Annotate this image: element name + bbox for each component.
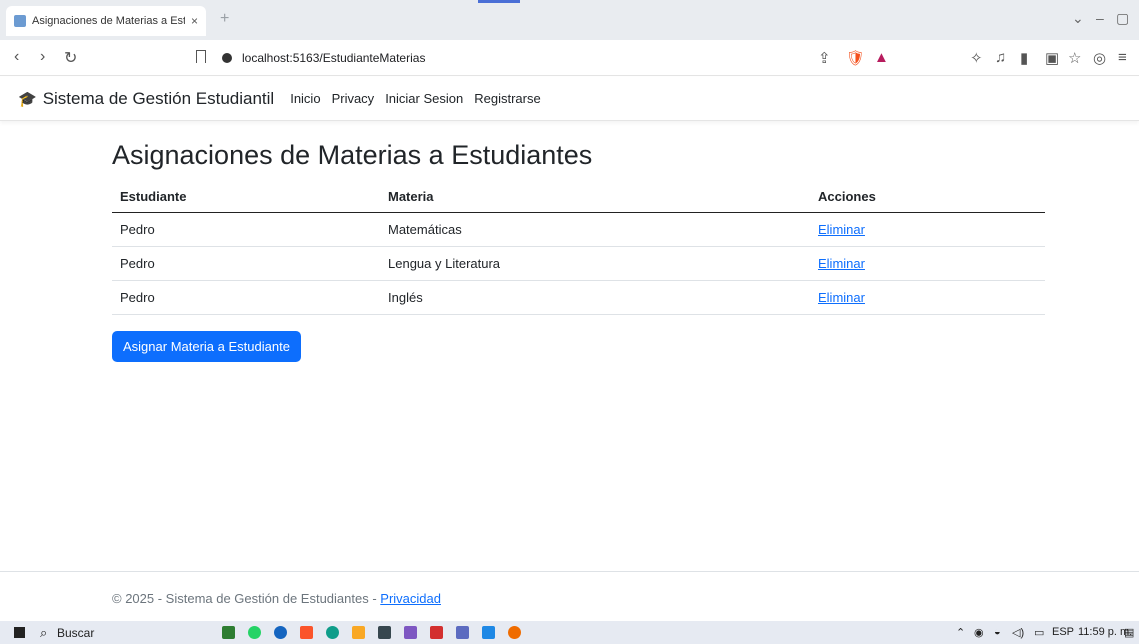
delete-link[interactable]: Eliminar (818, 290, 865, 305)
delete-link[interactable]: Eliminar (818, 256, 865, 271)
file-explorer-icon[interactable] (352, 626, 365, 639)
app-icon[interactable] (222, 626, 235, 639)
bookmark-icon[interactable] (196, 50, 206, 63)
display-icon[interactable]: ▭ (1034, 626, 1044, 639)
brave-rewards-icon[interactable]: ▲ (874, 49, 889, 66)
table-header-row: Estudiante Materia Acciones (112, 181, 1045, 213)
volume-icon[interactable]: ◁) (1012, 626, 1024, 639)
cell-estudiante: Pedro (112, 280, 380, 315)
app-icon[interactable] (378, 626, 391, 639)
browser-tab[interactable]: Asignaciones de Materias a Est × (6, 6, 206, 36)
delete-link[interactable]: Eliminar (818, 222, 865, 237)
language-indicator[interactable]: ESP (1052, 626, 1074, 638)
brave-shield-icon[interactable]: 🛡 (846, 49, 865, 67)
brand-name: Sistema de Gestión Estudiantil (42, 88, 275, 108)
app-icon[interactable] (456, 626, 469, 639)
tab-accent (478, 0, 520, 3)
tab-title: Asignaciones de Materias a Est (32, 15, 185, 27)
app-icon[interactable] (274, 626, 287, 639)
tab-list-chevron-icon[interactable]: ⌄ (1072, 10, 1084, 27)
table-row: Pedro Inglés Eliminar (112, 280, 1045, 315)
address-bar: ‹ › ↻ localhost:5163/EstudianteMaterias … (0, 40, 1139, 76)
cell-acciones: Eliminar (810, 280, 1045, 315)
search-icon[interactable]: ⌕ (40, 625, 47, 641)
acrobat-icon[interactable] (430, 626, 443, 639)
nav-link-inicio[interactable]: Inicio (290, 91, 320, 106)
menu-icon[interactable]: ≡ (1118, 49, 1127, 66)
taskbar-search-label[interactable]: Buscar (57, 626, 94, 640)
windows-start-icon[interactable] (14, 627, 25, 638)
header-acciones: Acciones (810, 181, 1045, 213)
share-icon[interactable]: ⇪ (818, 49, 831, 67)
app-icon[interactable] (508, 626, 521, 639)
cell-estudiante: Pedro (112, 212, 380, 247)
table-row: Pedro Matemáticas Eliminar (112, 212, 1045, 247)
new-tab-icon[interactable]: + (220, 10, 229, 28)
main-content: Asignaciones de Materias a Estudiantes E… (112, 140, 1045, 362)
minimize-icon[interactable]: – (1096, 10, 1104, 26)
tab-close-icon[interactable]: × (191, 14, 198, 28)
url-field[interactable]: localhost:5163/EstudianteMaterias (222, 46, 902, 70)
maximize-icon[interactable]: ▢ (1116, 10, 1129, 27)
footer-text: © 2025 - Sistema de Gestión de Estudiant… (112, 591, 441, 606)
header-materia: Materia (380, 181, 810, 213)
whatsapp-icon[interactable] (248, 626, 261, 639)
brand-link[interactable]: 🎓 Sistema de Gestión Estudiantil (18, 89, 274, 109)
wallet-icon[interactable]: ▣ (1045, 49, 1059, 67)
extensions-icon[interactable]: ✧ (970, 49, 983, 67)
tray-app-icon[interactable]: ◉ (974, 626, 984, 639)
cell-materia: Lengua y Literatura (380, 246, 810, 281)
page-favicon-icon (14, 15, 26, 27)
footer-copyright: © 2025 - Sistema de Gestión de Estudiant… (112, 591, 381, 606)
footer-privacy-link[interactable]: Privacidad (380, 591, 441, 606)
app-icon[interactable] (404, 626, 417, 639)
app-navbar: 🎓 Sistema de Gestión Estudiantil Inicio … (0, 77, 1139, 121)
edge-icon[interactable] (326, 626, 339, 639)
assign-subject-button[interactable]: Asignar Materia a Estudiante (112, 331, 301, 362)
site-info-icon[interactable] (222, 53, 232, 63)
back-icon[interactable]: ‹ (14, 48, 19, 66)
nav-link-iniciar-sesion[interactable]: Iniciar Sesion (385, 91, 463, 106)
vscode-icon[interactable] (482, 626, 495, 639)
browser-tab-bar: Asignaciones de Materias a Est × + ⌄ – ▢ (0, 0, 1139, 40)
media-icon[interactable]: ♫ (995, 49, 1006, 66)
reload-icon[interactable]: ↻ (64, 48, 77, 68)
tray-chevron-icon[interactable]: ⌃ (956, 626, 965, 639)
assignments-table: Estudiante Materia Acciones Pedro Matemá… (112, 181, 1045, 315)
table-row: Pedro Lengua y Literatura Eliminar (112, 246, 1045, 281)
graduation-cap-icon: 🎓 (18, 90, 37, 108)
cell-acciones: Eliminar (810, 212, 1045, 247)
header-estudiante: Estudiante (112, 181, 380, 213)
cell-estudiante: Pedro (112, 246, 380, 281)
sidebar-icon[interactable]: ▮ (1020, 49, 1028, 67)
notifications-icon[interactable]: ▤ (1124, 626, 1134, 639)
forward-icon[interactable]: › (40, 48, 45, 66)
vpn-icon[interactable]: ◎ (1093, 49, 1106, 67)
brave-icon[interactable] (300, 626, 313, 639)
nav-link-privacy[interactable]: Privacy (332, 91, 375, 106)
url-text: localhost:5163/EstudianteMaterias (242, 51, 426, 65)
os-taskbar: ⌕ Buscar ⌃ ◉ ◒ ◁) ▭ ESP 11:59 p. m. ▤ (0, 621, 1139, 644)
footer: © 2025 - Sistema de Gestión de Estudiant… (0, 571, 1139, 621)
nav-link-registrarse[interactable]: Registrarse (474, 91, 540, 106)
network-icon[interactable]: ◒ (994, 626, 1001, 638)
leo-icon[interactable]: ☆ (1068, 49, 1081, 67)
cell-materia: Inglés (380, 280, 810, 315)
cell-acciones: Eliminar (810, 246, 1045, 281)
cell-materia: Matemáticas (380, 212, 810, 247)
page-title: Asignaciones de Materias a Estudiantes (112, 140, 593, 170)
